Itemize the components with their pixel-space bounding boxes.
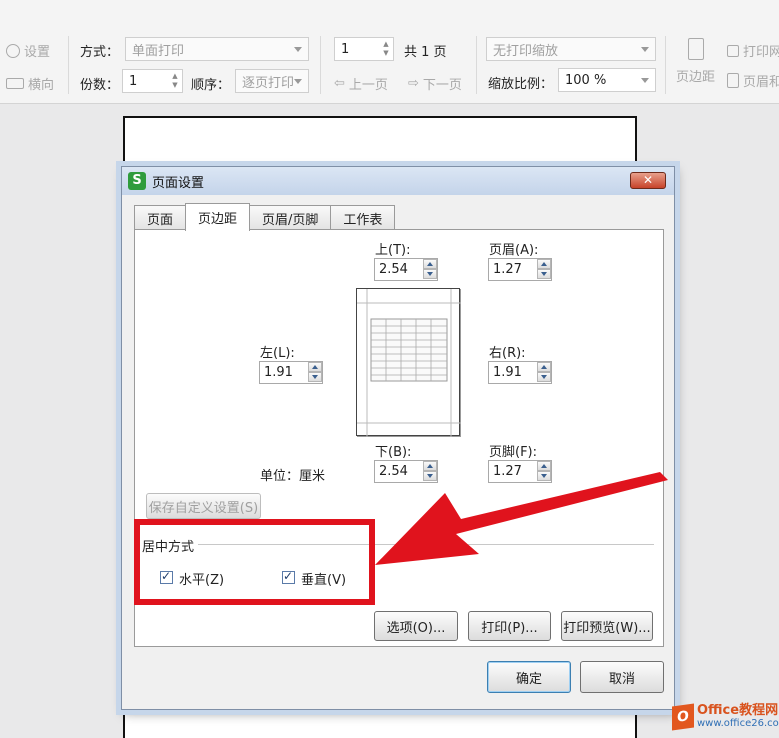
- tab-margins[interactable]: 页边距: [185, 203, 251, 231]
- office-logo-letter: O: [677, 708, 689, 726]
- watermark-url: www.office26.com: [697, 718, 779, 729]
- tab-label: 页边距: [198, 212, 238, 227]
- annotation-arrow-icon: [375, 472, 668, 565]
- watermark-brand: Office教程网: [697, 703, 779, 718]
- site-watermark: O Office教程网 www.office26.com: [672, 703, 779, 731]
- office-logo-icon: O: [672, 703, 694, 731]
